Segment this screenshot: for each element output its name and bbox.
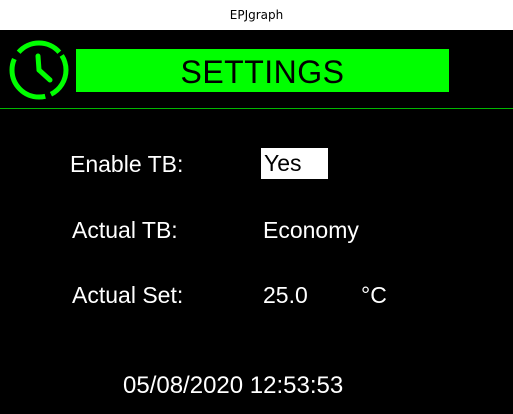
header-divider xyxy=(0,108,513,109)
datetime-display: 05/08/2020 12:53:53 xyxy=(123,372,344,399)
enable-tb-toggle[interactable]: Yes xyxy=(261,148,328,179)
actual-tb-value: Economy xyxy=(263,217,359,243)
page-title: SETTINGS xyxy=(180,53,345,90)
actual-tb-label: Actual TB: xyxy=(72,217,178,243)
settings-banner: SETTINGS xyxy=(76,49,449,92)
actual-set-value: 25.0 xyxy=(263,282,308,308)
actual-set-label: Actual Set: xyxy=(72,282,184,308)
clock-icon xyxy=(6,37,72,103)
actual-set-unit: °C xyxy=(361,282,387,308)
window-title: EPJgraph xyxy=(0,0,513,30)
enable-tb-label: Enable TB: xyxy=(70,151,184,177)
device-screen: SETTINGS Enable TB: Yes Actual TB: Econo… xyxy=(0,30,513,414)
app-window: EPJgraph SETTINGS Enable TB: Yes Actual … xyxy=(0,0,513,414)
enable-tb-value: Yes xyxy=(264,150,302,176)
